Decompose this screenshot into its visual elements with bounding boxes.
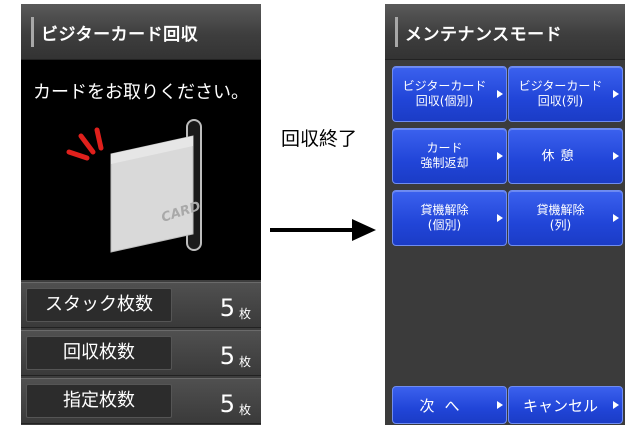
instruction-text: カードをお取りください。: [33, 82, 249, 103]
counter-unit: 枚: [239, 403, 252, 417]
counter-value: 5: [219, 342, 235, 370]
alert-marks-icon: [66, 127, 104, 161]
counter-label: 指定枚数: [26, 384, 172, 418]
visitor-card-collect-individual-button[interactable]: ビジターカード 回収(個別): [392, 66, 507, 122]
play-arrow-icon: [613, 401, 619, 409]
screen-title: メンテナンスモード: [405, 25, 563, 45]
counter-row-collected: 回収枚数 5 枚: [21, 330, 261, 376]
next-button[interactable]: 次へ: [392, 386, 507, 424]
counter-value: 5: [219, 390, 235, 418]
counter-unit: 枚: [239, 307, 252, 321]
counter-row-stack: スタック枚数 5 枚: [21, 282, 261, 328]
play-arrow-icon: [497, 214, 503, 222]
button-line: カード: [426, 141, 463, 155]
rental-release-row-button[interactable]: 貸機解除 (列): [508, 190, 623, 246]
counter-panel: スタック枚数 5 枚 回収枚数 5 枚 指定枚数 5 枚: [21, 280, 261, 425]
play-arrow-icon: [497, 90, 503, 98]
button-line: 貸機解除: [536, 203, 585, 217]
cancel-label: キャンセル: [522, 396, 598, 415]
button-line: ビジターカード: [518, 79, 603, 93]
maintenance-mode-screen: メンテナンスモード ビジターカード 回収(個別) ビジターカード 回収(列) カ…: [385, 4, 625, 425]
title-accent: [395, 17, 398, 47]
counter-value: 5: [219, 294, 235, 322]
title-accent: [31, 17, 34, 47]
card-slot-illustration: CARD: [66, 119, 203, 253]
button-line: (列): [549, 218, 572, 232]
right-arrow-icon: [270, 219, 376, 241]
counter-label: 回収枚数: [26, 336, 172, 370]
button-line: 休憩: [541, 148, 580, 164]
next-label: 次へ: [419, 396, 470, 415]
screen-title: ビジターカード回収: [41, 25, 199, 45]
card-icon: CARD: [110, 135, 203, 253]
card-collection-screen: ビジターカード回収 カードをお取りください。 CARD スタック枚数 5 枚 回…: [21, 4, 261, 425]
play-arrow-icon: [613, 152, 619, 160]
cancel-button[interactable]: キャンセル: [508, 386, 623, 424]
button-line: ビジターカード: [402, 79, 487, 93]
play-arrow-icon: [613, 90, 619, 98]
button-line: 貸機解除: [420, 203, 469, 217]
title-bar: ビジターカード回収: [21, 4, 261, 60]
button-line: (個別): [427, 218, 462, 232]
button-line: 回収(個別): [415, 94, 474, 108]
card-force-return-button[interactable]: カード 強制返却: [392, 128, 507, 184]
break-button[interactable]: 休憩: [508, 128, 623, 184]
play-arrow-icon: [613, 214, 619, 222]
counter-label: スタック枚数: [26, 288, 172, 322]
play-arrow-icon: [497, 401, 503, 409]
rental-release-individual-button[interactable]: 貸機解除 (個別): [392, 190, 507, 246]
title-bar: メンテナンスモード: [385, 4, 625, 60]
play-arrow-icon: [497, 152, 503, 160]
button-line: 強制返却: [420, 156, 469, 170]
counter-unit: 枚: [239, 355, 252, 369]
transition-label: 回収終了: [281, 128, 358, 150]
visitor-card-collect-row-button[interactable]: ビジターカード 回収(列): [508, 66, 623, 122]
button-line: 回収(列): [537, 94, 584, 108]
counter-row-specified: 指定枚数 5 枚: [21, 378, 261, 424]
